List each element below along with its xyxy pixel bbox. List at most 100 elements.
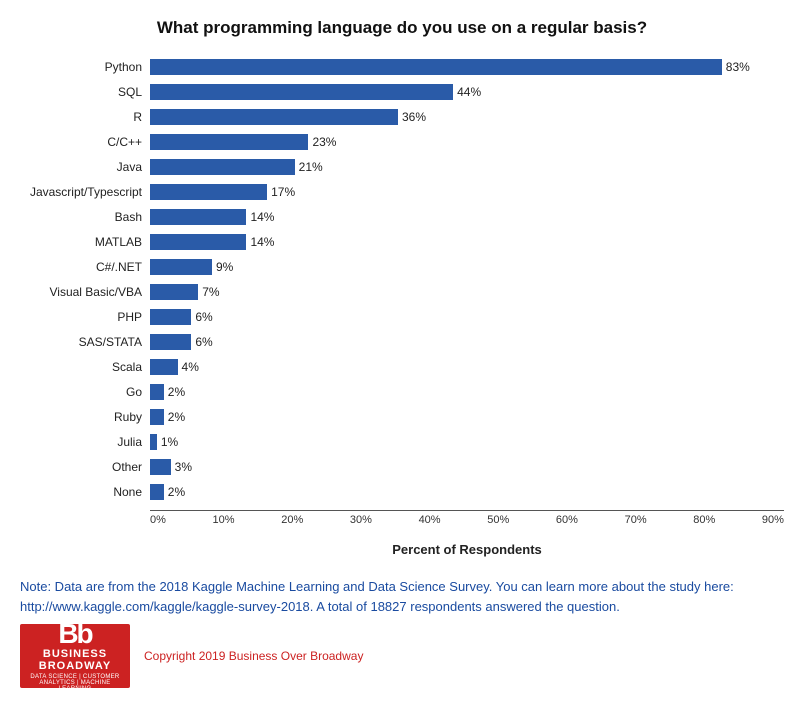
bar-row: R 36% [20,106,784,128]
bar-value: 21% [299,160,323,174]
bar-wrapper: 4% [150,358,784,376]
x-tick: 10% [213,514,235,526]
bar-value: 14% [250,210,274,224]
bar [150,184,267,200]
bar-value: 2% [168,485,185,499]
logo-letters: Bb [58,620,91,648]
x-tick: 70% [625,514,647,526]
bar-label: SQL [20,85,150,99]
bar [150,84,453,100]
x-axis-area: 0% 10% 20% 30% 40% 50% 60% 70% 80% 90% [20,510,784,540]
bar-value: 36% [402,110,426,124]
bar-row: Javascript/Typescript 17% [20,181,784,203]
bar-label: MATLAB [20,235,150,249]
bar-label: Other [20,460,150,474]
bar-wrapper: 14% [150,233,784,251]
bar-value: 9% [216,260,233,274]
bar-wrapper: 23% [150,133,784,151]
bar-label: R [20,110,150,124]
bar-wrapper: 7% [150,283,784,301]
bar-wrapper: 2% [150,383,784,401]
bar-wrapper: 1% [150,433,784,451]
bar-wrapper: 6% [150,333,784,351]
bar-value: 4% [182,360,199,374]
bar-label: PHP [20,310,150,324]
logo-box: Bb BUSINESS BROADWAY DATA SCIENCE | CUST… [20,624,130,688]
footer-branding: Bb BUSINESS BROADWAY DATA SCIENCE | CUST… [20,624,784,688]
x-label-area: Percent of Respondents [20,540,784,557]
bar-label: C#/.NET [20,260,150,274]
bar-wrapper: 14% [150,208,784,226]
bar-wrapper: 36% [150,108,784,126]
footnote: Note: Data are from the 2018 Kaggle Mach… [20,577,784,616]
bar-row: MATLAB 14% [20,231,784,253]
bar-label: Visual Basic/VBA [20,285,150,299]
bar-value: 83% [726,60,750,74]
bar-wrapper: 9% [150,258,784,276]
x-tick: 0% [150,514,166,526]
bar-label: Python [20,60,150,74]
bar-wrapper: 17% [150,183,784,201]
x-axis-label: Percent of Respondents [150,542,784,557]
bar-label: Javascript/Typescript [20,185,150,199]
bar-wrapper: 3% [150,458,784,476]
logo-line1: BUSINESS [43,648,107,660]
bar-value: 2% [168,385,185,399]
bar [150,409,164,425]
x-axis: 0% 10% 20% 30% 40% 50% 60% 70% 80% 90% [150,510,784,540]
bar-value: 2% [168,410,185,424]
bar-value: 14% [250,235,274,249]
bar-row: Python 83% [20,56,784,78]
bar-row: Other3% [20,456,784,478]
bar [150,384,164,400]
bar-wrapper: 21% [150,158,784,176]
bar-row: SQL 44% [20,81,784,103]
bar-value: 6% [195,335,212,349]
bar-value: 23% [312,135,336,149]
bar [150,109,398,125]
bar-value: 6% [195,310,212,324]
bar-wrapper: 44% [150,83,784,101]
bar [150,234,246,250]
bar-row: Scala4% [20,356,784,378]
bar-value: 17% [271,185,295,199]
bar [150,484,164,500]
bar [150,334,191,350]
x-ticks: 0% 10% 20% 30% 40% 50% 60% 70% 80% 90% [150,511,784,526]
bar-wrapper: 6% [150,308,784,326]
x-tick: 90% [762,514,784,526]
chart-title: What programming language do you use on … [20,18,784,38]
bar-row: None2% [20,481,784,503]
bar-row: Visual Basic/VBA7% [20,281,784,303]
bar [150,284,198,300]
bar-row: Go 2% [20,381,784,403]
bar [150,259,212,275]
bar-wrapper: 83% [150,58,784,76]
bar-label: Ruby [20,410,150,424]
bar [150,459,171,475]
bar-row: Java21% [20,156,784,178]
bar [150,209,246,225]
bar [150,134,308,150]
bar-value: 44% [457,85,481,99]
x-tick: 60% [556,514,578,526]
bar-label: SAS/STATA [20,335,150,349]
bar-row: C/C++ 23% [20,131,784,153]
bar-row: Bash14% [20,206,784,228]
bar-value: 1% [161,435,178,449]
bar [150,434,157,450]
bar-row: Julia1% [20,431,784,453]
bar-label: Go [20,385,150,399]
x-tick: 20% [281,514,303,526]
bar-row: SAS/STATA 6% [20,331,784,353]
x-tick: 80% [693,514,715,526]
chart-area: Python 83% SQL 44% R 36% C/C++ 23% Java21% Javasc… [20,56,784,506]
x-tick: 40% [419,514,441,526]
bar [150,159,295,175]
x-tick: 30% [350,514,372,526]
bar-row: C#/.NET 9% [20,256,784,278]
bar-label: C/C++ [20,135,150,149]
bar-wrapper: 2% [150,408,784,426]
x-tick: 50% [487,514,509,526]
logo-line2: BROADWAY [39,660,111,672]
